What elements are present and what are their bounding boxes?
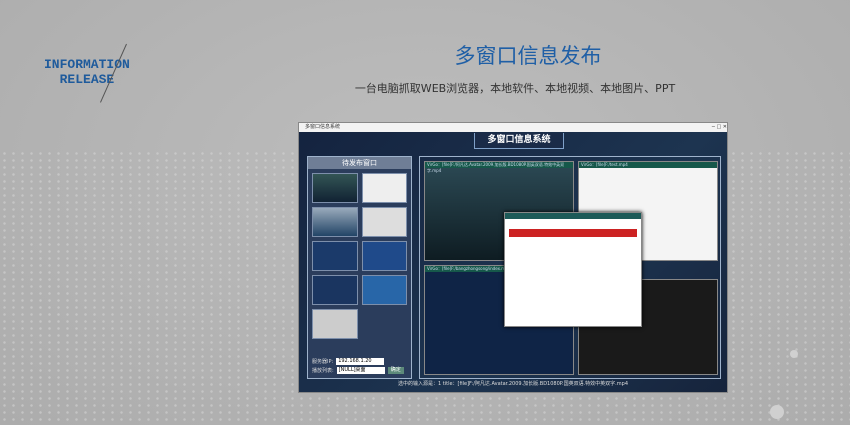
ok-button[interactable]: 确定 bbox=[387, 367, 404, 374]
page-title: 多窗口信息发布 bbox=[454, 44, 602, 68]
decor-dot bbox=[790, 350, 798, 358]
list-label: 播放列表: bbox=[312, 368, 334, 374]
window-titlebar: 多窗口信息系统 ─ □ ✕ bbox=[299, 123, 727, 132]
window-titlebar bbox=[505, 213, 641, 219]
server-ip-label: 服务器IP: bbox=[312, 359, 334, 365]
source-caption: 选中的输入源是：1 title：[file]F:/阿凡达.Avatar.2009… bbox=[397, 381, 628, 387]
thumbnail[interactable] bbox=[312, 241, 358, 271]
server-ip-input[interactable]: 192.168.1.20 bbox=[336, 358, 385, 365]
window-title: VirGo：[file]F:/test.mp4 bbox=[579, 162, 717, 168]
thumbnail[interactable] bbox=[361, 207, 407, 237]
news-banner bbox=[509, 229, 637, 237]
thumbnail[interactable] bbox=[312, 207, 358, 237]
thumbnail[interactable] bbox=[312, 173, 358, 203]
thumbnail[interactable] bbox=[361, 173, 407, 203]
panel-title: 待发布窗口 bbox=[308, 157, 411, 169]
thumbnail[interactable] bbox=[312, 309, 358, 339]
thumbnail[interactable] bbox=[361, 241, 407, 271]
window-title: VirGo：[file]F:/阿凡达.Avatar.2009.加长版.BD108… bbox=[425, 162, 573, 173]
display-area: VirGo：[file]F:/阿凡达.Avatar.2009.加长版.BD108… bbox=[419, 156, 721, 379]
pending-windows-panel: 待发布窗口 服务器IP: 192.168.1.20 播放列表: [NULL]桌面 确定 bbox=[307, 156, 412, 379]
thumbnail[interactable] bbox=[312, 275, 358, 305]
window-title: 多窗口信息系统 bbox=[305, 124, 341, 130]
app-screenshot: 多窗口信息系统 ─ □ ✕ 多窗口信息系统 待发布窗口 服务器IP: 192.168… bbox=[298, 122, 728, 393]
thumbnail[interactable] bbox=[361, 275, 407, 305]
list-select[interactable]: [NULL]桌面 bbox=[336, 367, 385, 374]
news-browser-window[interactable] bbox=[504, 212, 642, 327]
system-name: 多窗口信息系统 bbox=[474, 133, 564, 149]
decor-dot bbox=[770, 405, 784, 419]
page-subtitle: 一台电脑抓取WEB浏览器，本地软件、本地视频、本地图片、PPT bbox=[354, 82, 676, 95]
server-form: 服务器IP: 192.168.1.20 播放列表: [NULL]桌面 确定 bbox=[312, 356, 407, 374]
window-controls-icon[interactable]: ─ □ ✕ bbox=[712, 123, 727, 132]
thumbnail-grid bbox=[308, 169, 411, 343]
